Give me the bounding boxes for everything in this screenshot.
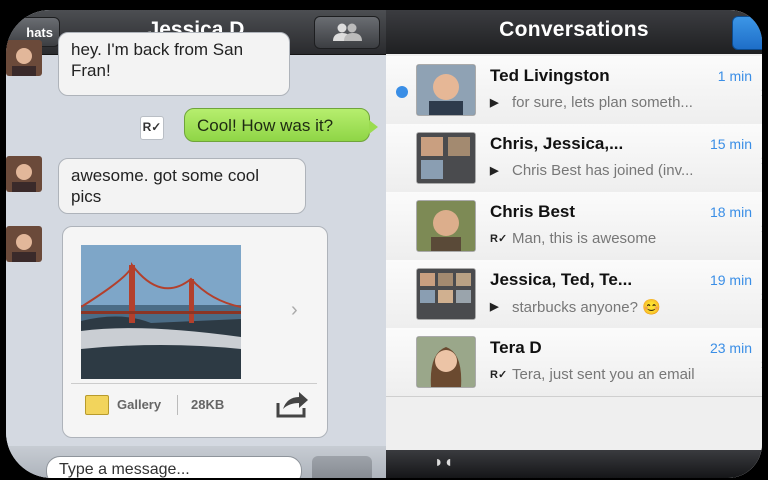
conversation-name: Tera D: [490, 338, 542, 357]
people-icon: [333, 23, 362, 41]
divider: [177, 395, 178, 415]
avatar: [416, 64, 476, 116]
compose-button[interactable]: [732, 16, 762, 50]
unread-dot-icon: [396, 86, 408, 98]
conversation-name: Ted Livingston: [490, 66, 610, 85]
divider: [71, 383, 317, 384]
device-frame: hats Jessica D hey. I'm back from San Fr…: [0, 0, 768, 480]
screen: hats Jessica D hey. I'm back from San Fr…: [6, 10, 762, 478]
chevron-right-icon: ›: [761, 152, 762, 170]
group-avatar: [416, 132, 476, 184]
sent-arrow-icon: ▶: [490, 165, 499, 177]
chat-pane: hats Jessica D hey. I'm back from San Fr…: [6, 10, 386, 478]
conversation-time: 1 min: [717, 68, 752, 84]
conversation-name: Chris Best: [490, 202, 576, 221]
conversation-preview: for sure, lets plan someth...: [512, 94, 693, 111]
read-receipt-icon: R✓: [140, 116, 164, 140]
image-message-card[interactable]: › Gallery 28KB: [62, 226, 328, 438]
conversations-title: Conversations: [499, 18, 649, 41]
tab-bar: ◗◖: [386, 450, 762, 478]
chevron-right-icon: ›: [761, 220, 762, 238]
group-avatar: [416, 268, 476, 320]
conversations-pane: Conversations Ted Livingston 1 min ▶ for…: [386, 10, 762, 478]
conversation-time: 15 min: [709, 136, 752, 152]
gallery-icon: [85, 395, 109, 415]
chevron-right-icon: ›: [761, 288, 762, 306]
chevron-right-icon[interactable]: ›: [291, 299, 298, 322]
conversation-preview: Chris Best has joined (inv...: [512, 162, 694, 179]
conversation-row[interactable]: Chris Best 18 min R✓ Man, this is awesom…: [386, 192, 762, 261]
conversation-preview: starbucks anyone? 😊: [512, 299, 661, 316]
shared-photo[interactable]: [81, 245, 241, 379]
composer-bar: Type a message...: [6, 446, 386, 478]
avatar: [6, 156, 42, 192]
conversation-row[interactable]: Chris, Jessica,... 15 min ▶ Chris Best h…: [386, 124, 762, 193]
incoming-message[interactable]: awesome. got some cool pics: [58, 158, 306, 214]
outgoing-message[interactable]: Cool! How was it?: [184, 108, 378, 142]
conversation-preview: Tera, just sent you an email: [512, 366, 695, 383]
avatar: [6, 226, 42, 262]
conversation-name: Jessica, Ted, Te...: [490, 270, 633, 289]
avatar: [416, 336, 476, 388]
conversation-name: Chris, Jessica,...: [490, 134, 624, 153]
sent-arrow-icon: ▶: [490, 97, 499, 109]
conversation-time: 18 min: [709, 204, 752, 220]
media-footer: Gallery 28KB: [71, 387, 317, 427]
sent-arrow-icon: ▶: [490, 301, 499, 313]
conversation-row[interactable]: Ted Livingston 1 min ▶ for sure, lets pl…: [386, 56, 762, 125]
chevron-right-icon: ›: [761, 356, 762, 374]
avatar: [6, 40, 42, 76]
message-list[interactable]: hey. I'm back from San Fran! R✓ Cool! Ho…: [6, 32, 386, 446]
send-button[interactable]: [312, 456, 372, 478]
incoming-message[interactable]: hey. I'm back from San Fran!: [58, 32, 290, 96]
file-size: 28KB: [191, 397, 225, 412]
share-icon[interactable]: [275, 391, 309, 419]
conversations-nav-bar: Conversations: [386, 10, 762, 54]
read-receipt-icon: R✓: [490, 369, 508, 381]
conversation-time: 19 min: [709, 272, 752, 288]
chevron-right-icon: ›: [761, 84, 762, 102]
avatar: [416, 200, 476, 252]
conversation-preview: Man, this is awesome: [512, 230, 657, 247]
message-input[interactable]: Type a message...: [46, 456, 302, 478]
participants-button[interactable]: [314, 16, 380, 49]
conversation-row[interactable]: Tera D 23 min R✓ Tera, just sent you an …: [386, 328, 762, 397]
conversation-row[interactable]: Jessica, Ted, Te... 19 min ▶ starbucks a…: [386, 260, 762, 329]
read-receipt-icon: R✓: [490, 233, 508, 245]
gallery-label[interactable]: Gallery: [117, 397, 161, 412]
conversation-time: 23 min: [709, 340, 752, 356]
footprints-icon[interactable]: ◗◖: [434, 454, 453, 472]
